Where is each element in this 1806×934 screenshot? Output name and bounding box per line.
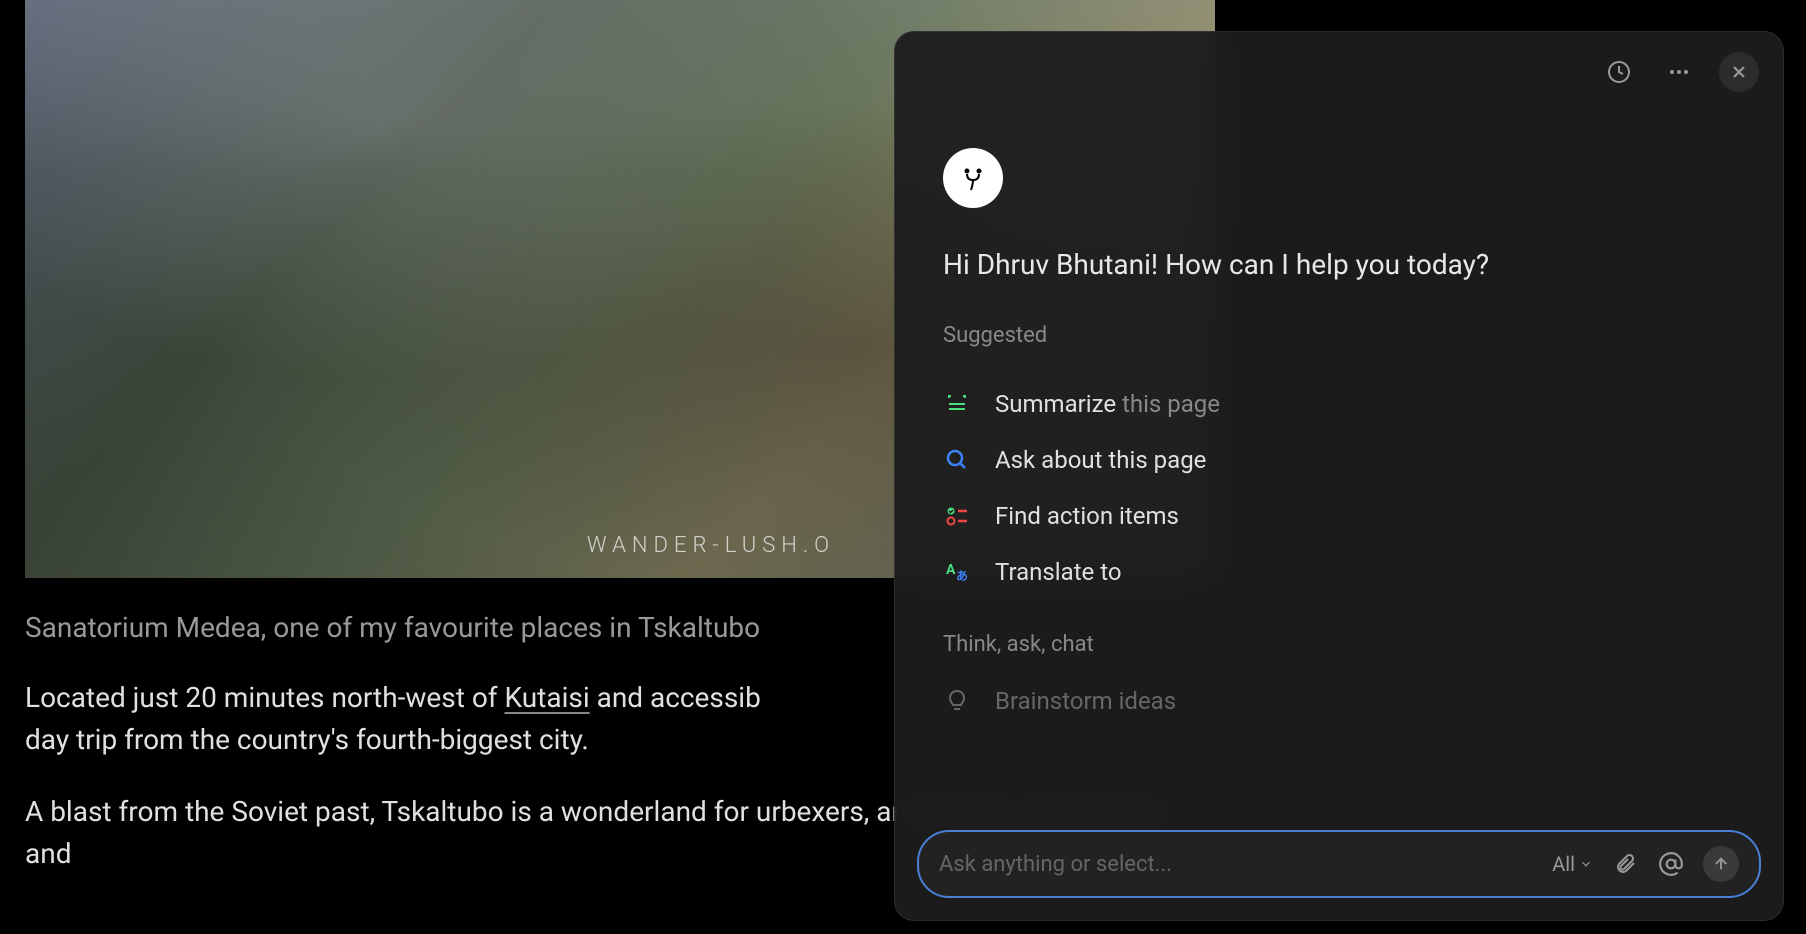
think-label: Think, ask, chat: [943, 632, 1735, 657]
lightbulb-icon: [943, 687, 971, 715]
suggestion-action: Translate to: [995, 558, 1122, 586]
panel-body: Hi Dhruv Bhutani! How can I help you tod…: [895, 112, 1783, 814]
input-controls: All: [1552, 846, 1739, 882]
assistant-avatar: [943, 148, 1003, 208]
attachment-icon[interactable]: [1611, 850, 1639, 878]
suggestion-action: Ask about this page: [995, 446, 1206, 474]
suggestion-brainstorm[interactable]: Brainstorm ideas: [943, 673, 1735, 729]
summarize-icon: [943, 390, 971, 418]
suggestion-suffix: this page: [1122, 390, 1220, 418]
search-icon: [943, 446, 971, 474]
more-icon[interactable]: [1659, 52, 1699, 92]
chat-input-container: All: [917, 830, 1761, 898]
suggestion-action: Summarize: [995, 390, 1116, 418]
ai-assistant-panel: Hi Dhruv Bhutani! How can I help you tod…: [894, 31, 1784, 921]
greeting-text: Hi Dhruv Bhutani! How can I help you tod…: [943, 248, 1735, 281]
suggestion-list: Summarize this page Ask about this page: [943, 376, 1735, 600]
image-watermark: WANDER-LUSH.O: [587, 533, 835, 558]
kutaisi-link[interactable]: Kutaisi: [504, 681, 589, 714]
suggestion-translate[interactable]: A あ Translate to: [943, 544, 1735, 600]
mention-icon[interactable]: [1657, 850, 1685, 878]
close-icon[interactable]: [1719, 52, 1759, 92]
suggestion-action: Find action items: [995, 502, 1179, 530]
suggested-label: Suggested: [943, 323, 1735, 348]
suggestion-action-items[interactable]: Find action items: [943, 488, 1735, 544]
brainstorm-label: Brainstorm ideas: [995, 687, 1176, 715]
suggestion-ask[interactable]: Ask about this page: [943, 432, 1735, 488]
history-icon[interactable]: [1599, 52, 1639, 92]
chat-input[interactable]: [939, 852, 1536, 877]
send-button[interactable]: [1703, 846, 1739, 882]
scope-selector[interactable]: All: [1552, 852, 1593, 876]
svg-text:あ: あ: [956, 569, 968, 583]
suggestion-summarize[interactable]: Summarize this page: [943, 376, 1735, 432]
svg-text:A: A: [946, 562, 956, 578]
translate-icon: A あ: [943, 558, 971, 586]
checklist-icon: [943, 502, 971, 530]
panel-header: [895, 32, 1783, 112]
